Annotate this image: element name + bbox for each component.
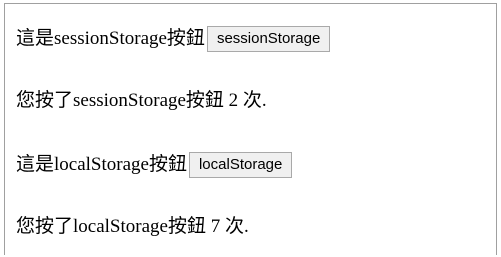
session-storage-row: 這是sessionStorage按鈕 sessionStorage (16, 26, 331, 52)
session-storage-count-text: 您按了sessionStorage按鈕 2 次. (16, 90, 267, 111)
local-storage-row: 這是localStorage按鈕 localStorage (16, 152, 293, 178)
session-storage-label: 這是sessionStorage按鈕 (16, 28, 205, 49)
local-storage-label: 這是localStorage按鈕 (16, 154, 187, 175)
local-storage-count-text: 您按了localStorage按鈕 7 次. (16, 216, 249, 237)
local-storage-button[interactable]: localStorage (188, 152, 293, 178)
session-storage-button[interactable]: sessionStorage (206, 26, 331, 52)
